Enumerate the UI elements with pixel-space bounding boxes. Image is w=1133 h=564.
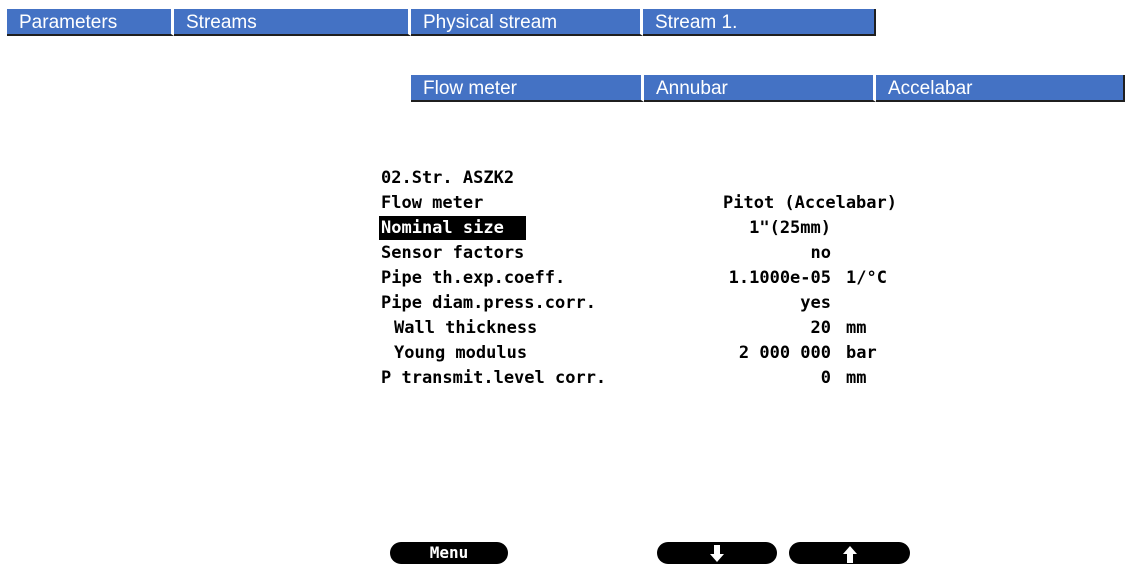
param-row-p-transmit-level-corr[interactable]: P transmit.level corr. 0 mm — [376, 366, 911, 390]
param-row-nominal-size[interactable]: Nominal size 1"(25mm) — [376, 216, 911, 240]
arrow-down-icon — [710, 544, 724, 562]
param-row-sensor-factors[interactable]: Sensor factors no — [376, 241, 911, 265]
param-unit: bar — [846, 343, 877, 363]
device-screen: 02.Str. ASZK2 Flow meter Pitot (Accelaba… — [376, 165, 911, 564]
param-row-flow-meter[interactable]: Flow meter Pitot (Accelabar) — [376, 191, 911, 215]
arrow-up-icon — [842, 545, 857, 563]
param-label: P transmit.level corr. — [381, 368, 607, 388]
breadcrumb-flow-meter[interactable]: Flow meter — [411, 75, 644, 102]
up-softkey[interactable] — [789, 542, 910, 564]
param-label: Pipe diam.press.corr. — [381, 293, 596, 313]
param-row-young-modulus[interactable]: Young modulus 2 000 000 bar — [376, 341, 911, 365]
breadcrumb-physical-stream[interactable]: Physical stream — [411, 9, 643, 36]
selected-param-label[interactable]: Nominal size — [379, 216, 526, 240]
param-value: 1"(25mm) — [749, 218, 831, 238]
param-value: no — [810, 243, 831, 263]
param-unit: 1/°C — [846, 268, 887, 288]
breadcrumb-accelabar[interactable]: Accelabar — [876, 75, 1125, 102]
param-label: Pipe th.exp.coeff. — [381, 268, 566, 288]
param-value: 1.1000e-05 — [728, 268, 831, 288]
param-label: Flow meter — [381, 193, 484, 213]
breadcrumb-streams[interactable]: Streams — [174, 9, 411, 36]
param-value: 2 000 000 — [738, 343, 831, 363]
breadcrumb: Parameters Streams Physical stream Strea… — [7, 9, 876, 36]
param-label: Young modulus — [394, 343, 528, 363]
sub-breadcrumb: Flow meter Annubar Accelabar — [411, 75, 1125, 102]
param-row-pipe-diam-press-corr[interactable]: Pipe diam.press.corr. yes — [376, 291, 911, 315]
param-label: Sensor factors — [381, 243, 525, 263]
down-softkey[interactable] — [657, 542, 777, 564]
param-value: 20 — [810, 318, 831, 338]
screen-title: 02.Str. ASZK2 — [381, 168, 515, 188]
breadcrumb-stream-1[interactable]: Stream 1. — [643, 9, 876, 36]
param-unit: mm — [846, 318, 867, 338]
param-unit: mm — [846, 368, 867, 388]
param-row-wall-thickness[interactable]: Wall thickness 20 mm — [376, 316, 911, 340]
breadcrumb-annubar[interactable]: Annubar — [644, 75, 876, 102]
param-label: Wall thickness — [394, 318, 538, 338]
param-value: 0 — [820, 368, 831, 388]
param-row-pipe-th-exp-coeff[interactable]: Pipe th.exp.coeff. 1.1000e-05 1/°C — [376, 266, 911, 290]
breadcrumb-parameters[interactable]: Parameters — [7, 9, 174, 36]
screen-title-row: 02.Str. ASZK2 — [376, 166, 911, 190]
param-value: yes — [800, 293, 831, 313]
menu-softkey[interactable]: Menu — [390, 542, 508, 564]
param-value: Pitot (Accelabar) — [723, 193, 897, 213]
